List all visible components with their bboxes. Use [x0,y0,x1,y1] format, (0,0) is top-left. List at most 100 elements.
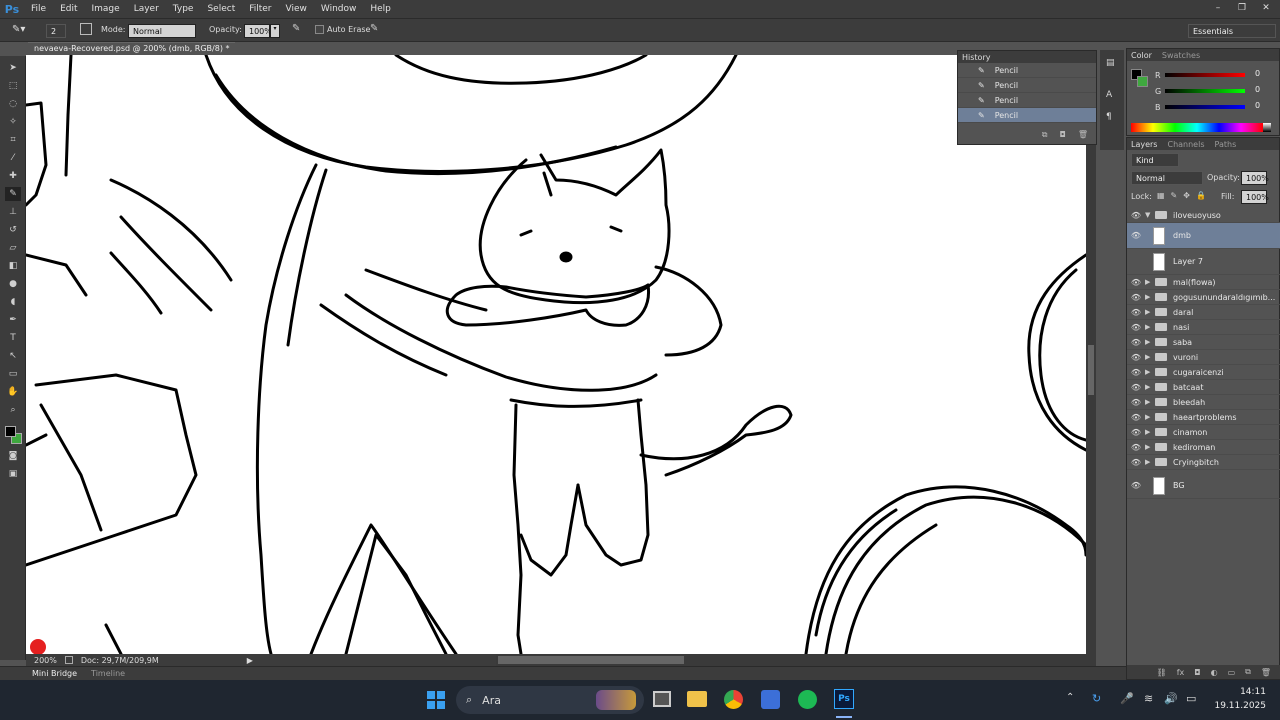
blue-slider[interactable] [1165,105,1245,109]
collapsed-arrow-icon[interactable]: ▶ [1145,278,1155,286]
new-document-from-state-icon[interactable]: ⧉ [1042,130,1048,140]
brush-size-picker[interactable]: 2 [46,24,66,38]
eye-icon[interactable]: 👁 [1127,293,1145,302]
document-tab[interactable]: nevaeva-Recovered.psd @ 200% (dmb, RGB/8… [28,42,236,55]
layer-group-row[interactable]: 👁 ▶ bleedah [1127,395,1280,410]
history-item[interactable]: ✎ Pencil [958,78,1096,93]
red-value[interactable]: 0 [1249,69,1275,81]
layer-group-row[interactable]: 👁 ▶ saba [1127,335,1280,350]
menu-type[interactable]: Type [166,4,201,14]
foreground-color-swatch[interactable] [5,426,16,437]
collapsed-arrow-icon[interactable]: ▶ [1145,458,1155,466]
expanded-arrow-icon[interactable]: ▼ [1145,211,1155,219]
eye-icon[interactable]: 👁 [1127,398,1145,407]
lasso-tool-icon[interactable]: ◌ [5,97,21,111]
eye-icon[interactable]: 👁 [1127,278,1145,287]
layer-group-row[interactable]: 👁 ▶ cinamon [1127,425,1280,440]
microphone-icon[interactable]: 🎤 [1120,692,1134,705]
layer-group-row[interactable]: 👁 ▶ batcaat [1127,380,1280,395]
collapsed-arrow-icon[interactable]: ▶ [1145,383,1155,391]
shape-tool-icon[interactable]: ▭ [5,367,21,381]
eye-icon[interactable]: 👁 [1127,231,1145,240]
auto-erase-checkbox[interactable] [315,25,324,34]
layer-group-row[interactable]: 👁 ▶ haeartproblems [1127,410,1280,425]
zoom-tool-icon[interactable]: ⌕ [5,403,21,417]
paragraph-panel-icon[interactable]: ¶ [1106,112,1112,122]
photoshop-taskbar-icon[interactable]: Ps [834,689,854,709]
collapsed-arrow-icon[interactable]: ▶ [1145,413,1155,421]
red-slider[interactable] [1165,73,1245,77]
eye-icon[interactable]: 👁 [1127,443,1145,452]
eye-icon[interactable]: 👁 [1127,458,1145,467]
collapsed-arrow-icon[interactable]: ▶ [1145,323,1155,331]
collapsed-arrow-icon[interactable]: ▶ [1145,308,1155,316]
opacity-input[interactable]: 100% [244,24,272,38]
tab-mini-bridge[interactable]: Mini Bridge [32,669,77,678]
character-panel-icon[interactable]: A [1106,90,1112,100]
history-title[interactable]: History [962,53,990,62]
tab-layers[interactable]: Layers [1131,140,1157,149]
eye-icon[interactable]: 👁 [1127,338,1145,347]
menu-view[interactable]: View [279,4,314,14]
green-slider[interactable] [1165,89,1245,93]
eye-icon[interactable]: 👁 [1127,368,1145,377]
brush-panel-toggle-icon[interactable] [80,23,92,35]
history-brush-tool-icon[interactable]: ↺ [5,223,21,237]
layer-group-row[interactable]: 👁 ▶ Cryingbitch [1127,455,1280,470]
color-spectrum-bar[interactable] [1131,123,1263,132]
layer-group-row[interactable]: 👁 ▶ mal(flowa) [1127,275,1280,290]
tab-paths[interactable]: Paths [1215,140,1237,149]
layer-group-row[interactable]: 👁 ▶ nasi [1127,320,1280,335]
layer-group-row[interactable]: 👁 ▶ kediroman [1127,440,1280,455]
menu-help[interactable]: Help [363,4,398,14]
new-layer-icon[interactable]: ⧉ [1245,667,1251,677]
vertical-scroll-thumb[interactable] [1088,345,1094,395]
link-layers-icon[interactable]: ⛓ [1157,668,1167,677]
collapsed-arrow-icon[interactable]: ▶ [1145,428,1155,436]
layer-row[interactable]: Layer 7 [1127,249,1280,275]
clock-time[interactable]: 14:11 [1214,687,1266,697]
layer-group-row[interactable]: 👁 ▼ iloveuoyuso [1127,208,1280,223]
eyedropper-tool-icon[interactable]: ⁄ [5,151,21,165]
menu-filter[interactable]: Filter [242,4,278,14]
fill-input[interactable]: 100% [1241,190,1269,204]
menu-layer[interactable]: Layer [127,4,166,14]
collapsed-arrow-icon[interactable]: ▶ [1145,338,1155,346]
paint-bucket-tool-icon[interactable]: ◧ [5,259,21,273]
status-menu-arrow-icon[interactable]: ▶ [247,656,253,665]
fx-icon[interactable]: fx [1177,668,1185,677]
volume-icon[interactable]: 🔊 [1164,692,1178,705]
add-mask-icon[interactable]: ◘ [1194,668,1200,677]
menu-image[interactable]: Image [85,4,127,14]
collapsed-arrow-icon[interactable]: ▶ [1145,353,1155,361]
spotify-icon[interactable] [798,690,817,709]
eraser-tool-icon[interactable]: ▱ [5,241,21,255]
eye-icon[interactable]: 👁 [1127,308,1145,317]
taskbar-search-box[interactable]: ⌕ Ara [456,686,644,714]
lock-icons[interactable]: ▦✎✥🔒 [1157,191,1212,200]
eye-icon[interactable]: 👁 [1127,353,1145,362]
type-tool-icon[interactable]: T [5,331,21,345]
chrome-icon[interactable] [724,690,743,709]
menu-window[interactable]: Window [314,4,364,14]
path-selection-tool-icon[interactable]: ↖ [5,349,21,363]
dodge-tool-icon[interactable]: ◖ [5,295,21,309]
adjustment-layer-icon[interactable]: ◐ [1211,668,1218,677]
history-item-selected[interactable]: ✎ Pencil [958,108,1096,123]
crop-tool-icon[interactable]: ⌗ [5,133,21,147]
chevron-up-icon[interactable]: ⌃ [1066,692,1074,703]
pencil-tool-icon[interactable]: ✎ [5,187,21,201]
tab-channels[interactable]: Channels [1167,140,1204,149]
menu-file[interactable]: File [24,4,53,14]
clone-stamp-tool-icon[interactable]: ⊥ [5,205,21,219]
file-explorer-icon[interactable] [687,691,707,707]
black-white-ramp[interactable] [1263,123,1271,132]
delete-layer-icon[interactable]: 🗑 [1261,668,1271,677]
new-group-icon[interactable]: ▭ [1228,668,1236,677]
windows-start-icon[interactable] [427,691,445,709]
collapsed-arrow-icon[interactable]: ▶ [1145,443,1155,451]
workspace-select[interactable]: Essentials [1188,24,1276,38]
layer-opacity-input[interactable]: 100% [1241,171,1269,185]
blur-tool-icon[interactable]: ● [5,277,21,291]
eye-icon[interactable]: 👁 [1127,481,1145,490]
